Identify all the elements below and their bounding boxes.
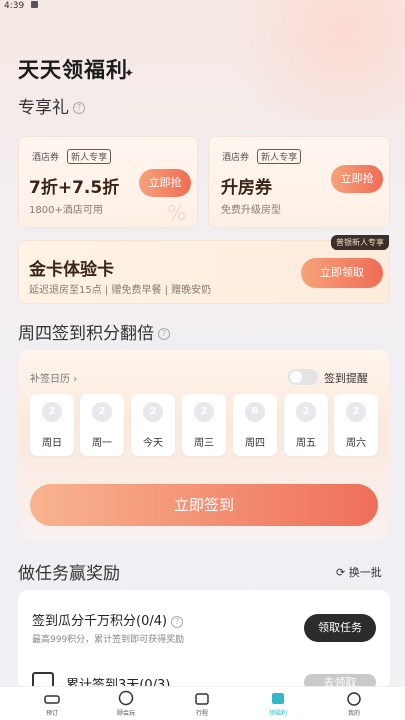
day-label: 周四: [245, 438, 265, 449]
take-task-button[interactable]: 领取任务: [304, 614, 376, 642]
new-user-badge: 新人专享: [257, 149, 302, 164]
checkin-section-title: 周四签到积分翻倍?: [18, 319, 170, 344]
nav-item-benefits[interactable]: 领福利: [248, 689, 308, 717]
coupon-card-discount[interactable]: 酒店券 新人专享 7折+7.5折 1800+酒店可用 立即抢 %: [18, 136, 198, 228]
coupon-type-tag: 酒店券: [32, 153, 60, 163]
task-list-card: 签到瓜分千万积分(0/4)? 最高999积分，累计签到即可获得奖励 领取任务 累…: [18, 590, 390, 693]
day-card-today: 2 今天: [131, 394, 175, 456]
points-badge: 2: [92, 402, 112, 422]
bottom-nav: 预订 颐会玩 行程 领福利 我的: [0, 686, 405, 720]
nav-label: 行程: [195, 710, 208, 717]
coupon-subtitle: 免费升级房型: [221, 205, 281, 216]
luggage-icon: [195, 693, 209, 705]
coupon-tags: 酒店券 新人专享: [29, 145, 112, 164]
nav-label: 颐会玩: [116, 710, 135, 717]
coupon-subtitle: 1800+酒店可用: [29, 205, 103, 216]
nav-item-booking[interactable]: 预订: [22, 689, 82, 717]
nav-label: 我的: [347, 710, 360, 717]
checkin-button[interactable]: 立即签到: [30, 484, 378, 526]
chevron-right-icon: ›: [73, 374, 78, 385]
day-card-sat: 2 周六: [334, 394, 378, 456]
day-card-mon: 2 周一: [80, 394, 124, 456]
refresh-label: 换一批: [348, 566, 382, 579]
day-card-fri: 2 周五: [284, 394, 328, 456]
task-subtitle: 最高999积分，累计签到即可获得奖励: [32, 635, 185, 645]
silver-new-user-badge: 普银新人专享: [331, 235, 389, 250]
coupon-value: 升房券: [221, 178, 272, 198]
coupon-card-upgrade[interactable]: 酒店券 新人专享 升房券 免费升级房型 立即抢: [208, 136, 390, 228]
help-icon[interactable]: ?: [171, 615, 184, 628]
task-title-text: 签到瓜分千万积分(0/4): [32, 614, 168, 629]
coupon-tags: 酒店券 新人专享: [219, 145, 302, 164]
nav-label: 领福利: [268, 710, 287, 717]
makeup-calendar-label: 补签日历: [30, 374, 70, 385]
day-label: 周五: [296, 438, 316, 449]
checkin-title-text: 周四签到积分翻倍: [18, 324, 154, 344]
tasks-section-title: 做任务赢奖励: [18, 564, 120, 584]
points-badge: 8: [245, 402, 265, 422]
day-card-sun: 2 周日: [30, 394, 74, 456]
day-card-thu: 8 周四: [233, 394, 277, 456]
grab-coupon-button[interactable]: 立即抢: [331, 165, 383, 193]
grab-coupon-button[interactable]: 立即抢: [139, 169, 191, 197]
reminder-label: 签到提醒: [324, 372, 368, 385]
points-badge: 2: [42, 402, 62, 422]
reminder-toggle[interactable]: [288, 369, 318, 385]
day-label: 周日: [42, 438, 62, 449]
coupon-type-tag: 酒店券: [222, 153, 250, 163]
day-label: 今天: [143, 438, 163, 449]
gold-card-trial[interactable]: 普银新人专享 金卡体验卡 延迟退房至15点 | 赠免费早餐 | 赠晚安奶 立即领…: [18, 235, 390, 304]
refresh-tasks-button[interactable]: ⟳ 换一批: [336, 564, 382, 580]
day-label: 周一: [92, 438, 112, 449]
help-icon[interactable]: ?: [158, 328, 170, 340]
nav-label: 预订: [45, 710, 58, 717]
header-decoration: [205, 0, 405, 120]
page-title: 天天领福利: [18, 58, 128, 82]
day-label: 周三: [194, 438, 214, 449]
checkin-card: 补签日历 › 签到提醒 2 周日 2 周一 2 今天 2 周三 8 周四 2 周…: [18, 350, 390, 540]
mascot-icon: [118, 690, 134, 706]
nav-item-mine[interactable]: 我的: [324, 689, 384, 717]
points-badge: 2: [296, 402, 316, 422]
help-icon[interactable]: ?: [73, 102, 85, 114]
claim-gold-card-button[interactable]: 立即领取: [301, 258, 383, 288]
points-badge: 2: [143, 402, 163, 422]
gold-card-title: 金卡体验卡: [29, 260, 114, 280]
notification-icon: [31, 1, 39, 8]
points-badge: 2: [346, 402, 366, 422]
nav-item-trips[interactable]: 行程: [172, 689, 232, 717]
gift-icon: [272, 693, 284, 704]
day-label: 周六: [346, 438, 366, 449]
gold-card-benefits: 延迟退房至15点 | 赠免费早餐 | 赠晚安奶: [29, 285, 212, 296]
exclusive-title-text: 专享礼: [18, 98, 69, 118]
new-user-badge: 新人专享: [67, 149, 112, 164]
makeup-calendar-link[interactable]: 补签日历 ›: [30, 370, 77, 385]
status-time: 4:39: [4, 1, 25, 11]
day-card-wed: 2 周三: [182, 394, 226, 456]
percent-icon: %: [167, 201, 187, 225]
nav-item-play[interactable]: 颐会玩: [96, 689, 156, 717]
exclusive-section-title: 专享礼?: [18, 93, 85, 118]
points-badge: 2: [194, 402, 214, 422]
task-title: 签到瓜分千万积分(0/4)?: [32, 610, 184, 629]
bed-icon: [44, 695, 60, 704]
refresh-icon: ⟳: [336, 566, 346, 579]
cat-face-icon: [347, 692, 361, 706]
coupon-value: 7折+7.5折: [29, 178, 120, 198]
sparkle-icon: ✦: [124, 66, 135, 80]
